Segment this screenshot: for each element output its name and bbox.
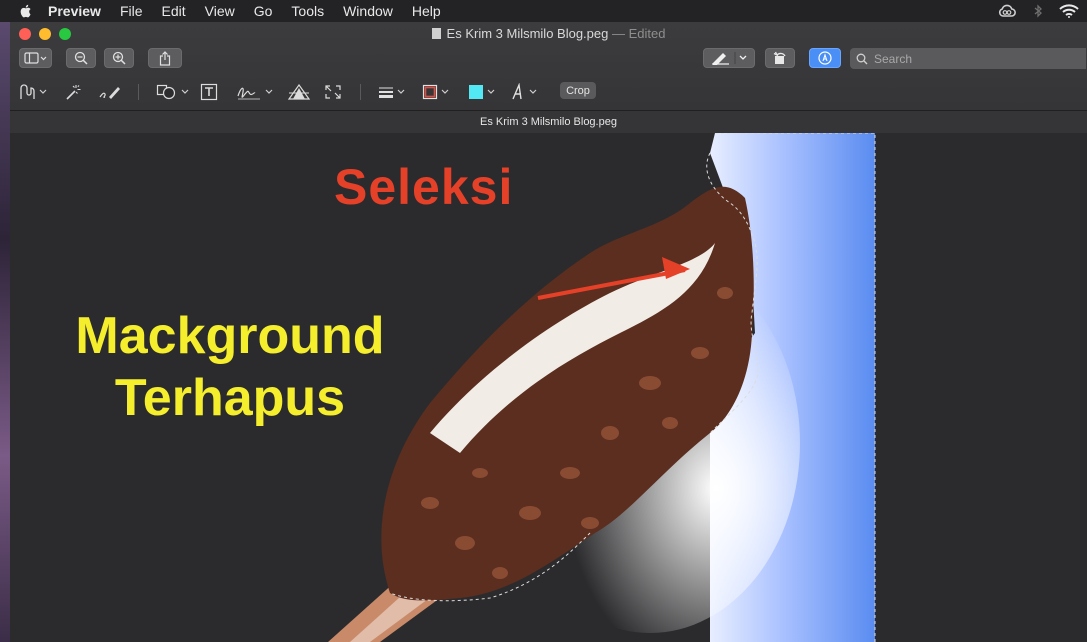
- zoom-in-icon: [112, 51, 126, 65]
- menu-view[interactable]: View: [205, 0, 235, 22]
- seleksi-label: Seleksi: [334, 159, 514, 215]
- creative-cloud-icon[interactable]: [997, 4, 1017, 18]
- chevron-down-icon: [265, 89, 273, 94]
- rotate-icon: [773, 51, 786, 64]
- wifi-icon[interactable]: [1059, 4, 1079, 18]
- chevron-down-icon: [487, 89, 495, 94]
- menu-go[interactable]: Go: [254, 0, 273, 22]
- adjust-size-button[interactable]: [324, 80, 342, 104]
- edited-label: — Edited: [611, 26, 666, 41]
- signature-icon: [237, 87, 260, 100]
- zoom-out-icon: [74, 51, 88, 65]
- border-color-button[interactable]: [422, 80, 449, 104]
- sidebar-toggle-button[interactable]: [19, 48, 52, 68]
- window-title-text: Es Krim 3 Milsmilo Blog.peg: [446, 26, 609, 41]
- apple-icon[interactable]: [18, 3, 34, 19]
- prism-icon: [288, 84, 310, 100]
- signature-button[interactable]: [236, 80, 273, 104]
- sketch-tool-button[interactable]: [98, 80, 122, 104]
- caption-line-2: Terhapus: [114, 369, 346, 427]
- image-canvas[interactable]: Seleksi Mackground Terhapus: [10, 133, 1087, 642]
- preview-window: Es Krim 3 Milsmilo Blog.peg — Edited Sea…: [10, 22, 1087, 642]
- sidebar-icon: [23, 52, 46, 64]
- text-box-icon: [200, 83, 218, 101]
- share-icon: [159, 50, 171, 66]
- markup-icon: [818, 51, 832, 65]
- menu-file[interactable]: File: [120, 0, 143, 22]
- share-button[interactable]: [148, 48, 182, 68]
- menu-bar: Preview File Edit View Go Tools Window H…: [0, 0, 1087, 22]
- toolbar-divider: [360, 84, 361, 100]
- shapes-icon: [156, 84, 176, 100]
- instant-alpha-button[interactable]: [64, 80, 82, 104]
- markup-highlight-button[interactable]: [703, 48, 755, 68]
- desktop-background: [0, 22, 10, 642]
- menu-help[interactable]: Help: [412, 0, 441, 22]
- chevron-down-icon: [39, 89, 47, 94]
- selection-tool-button[interactable]: [18, 80, 47, 104]
- magic-wand-icon: [66, 85, 81, 100]
- menu-status-area: [997, 0, 1079, 22]
- fill-color-icon: [469, 85, 483, 99]
- document-tab[interactable]: Es Krim 3 Milsmilo Blog.peg: [10, 110, 1087, 133]
- lasso-select-icon: [20, 84, 35, 99]
- toolbar-divider: [138, 84, 139, 100]
- search-input[interactable]: [872, 50, 1076, 67]
- fill-color-button[interactable]: [468, 80, 495, 104]
- chevron-down-icon: [397, 89, 405, 94]
- border-color-icon: [422, 84, 438, 100]
- pen-highlight-icon: [712, 52, 747, 65]
- chevron-down-icon: [181, 89, 189, 94]
- menu-tools[interactable]: Tools: [291, 0, 324, 22]
- crop-button[interactable]: Crop: [560, 82, 596, 99]
- caption-text: Mackground Terhapus: [40, 305, 420, 429]
- chevron-down-icon: [529, 89, 537, 94]
- document-icon: [431, 28, 441, 39]
- shapes-button[interactable]: [156, 80, 189, 104]
- line-style-button[interactable]: [378, 80, 405, 104]
- text-tool-button[interactable]: [200, 80, 218, 104]
- title-bar: Es Krim 3 Milsmilo Blog.peg — Edited Sea…: [10, 22, 1087, 133]
- markup-toolbar: Crop: [10, 80, 1087, 104]
- zoom-in-button[interactable]: [104, 48, 134, 68]
- zoom-out-button[interactable]: [66, 48, 96, 68]
- search-field[interactable]: [850, 48, 1086, 69]
- sketch-pen-icon: [99, 87, 120, 99]
- line-style-icon: [379, 87, 393, 98]
- text-style-button[interactable]: [510, 80, 537, 104]
- menu-app-preview[interactable]: Preview: [48, 0, 101, 22]
- caption-line-1: Mackground: [75, 307, 385, 365]
- menu-window[interactable]: Window: [343, 0, 393, 22]
- search-icon: [856, 53, 868, 64]
- adjust-color-button[interactable]: [288, 80, 310, 104]
- window-title: Es Krim 3 Milsmilo Blog.peg — Edited: [10, 26, 1087, 41]
- chevron-down-icon: [441, 89, 449, 94]
- bluetooth-icon[interactable]: [1033, 3, 1043, 19]
- font-icon: [512, 83, 522, 100]
- menu-edit[interactable]: Edit: [162, 0, 186, 22]
- markup-toolbar-button[interactable]: [809, 48, 841, 68]
- resize-icon: [325, 85, 341, 99]
- rotate-button[interactable]: [765, 48, 795, 68]
